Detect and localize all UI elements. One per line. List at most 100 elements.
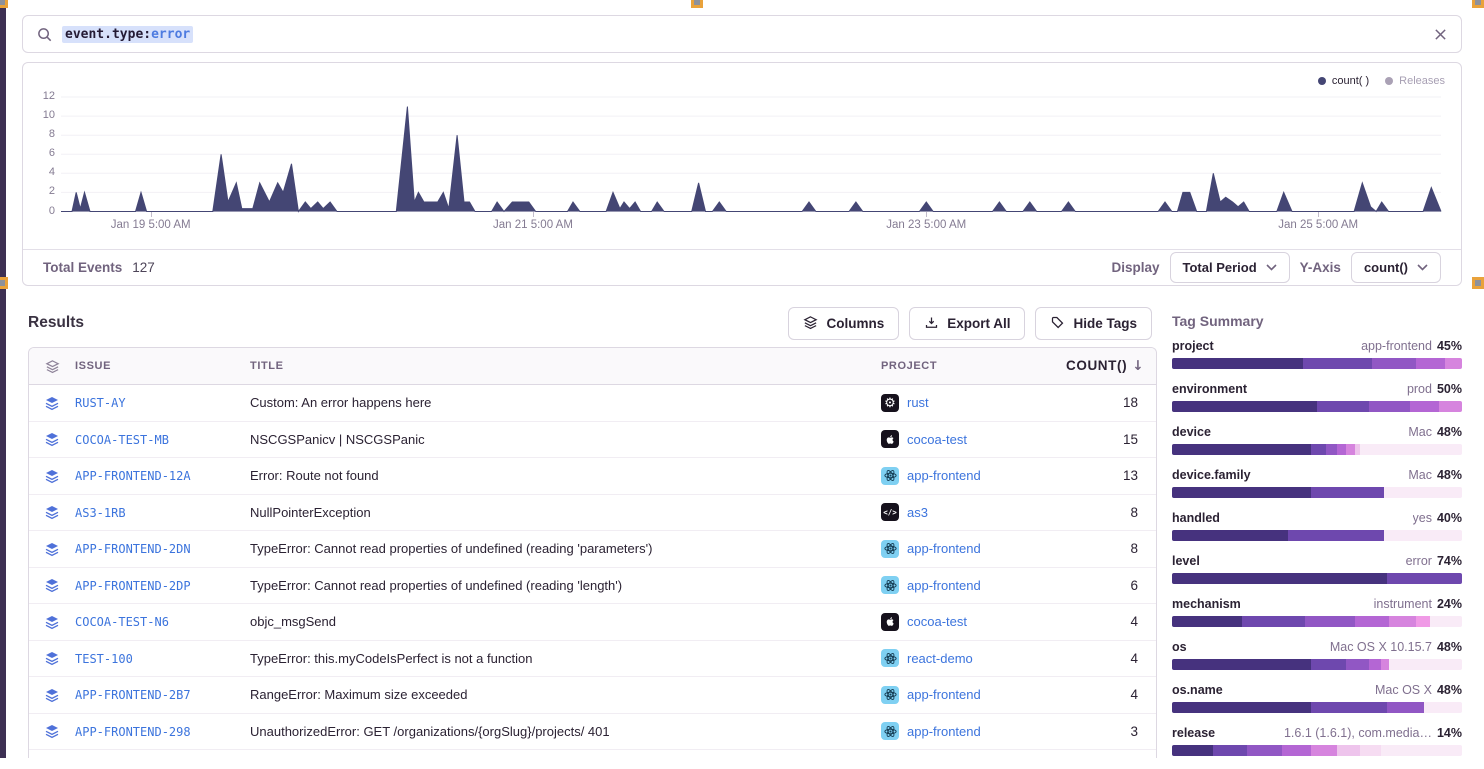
display-dropdown[interactable]: Total Period: [1170, 252, 1290, 283]
tag-bar-segment[interactable]: [1372, 358, 1416, 369]
selection-handle[interactable]: [0, 0, 8, 8]
tag-bar-segment[interactable]: [1282, 745, 1311, 756]
tag-bar-segment[interactable]: [1172, 358, 1303, 369]
issue-stack-icon[interactable]: [44, 468, 60, 484]
tag-bar-segment[interactable]: [1317, 401, 1369, 412]
issue-link[interactable]: COCOA-TEST-MB: [75, 433, 169, 447]
issue-stack-icon[interactable]: [44, 687, 60, 703]
tag-bar-segment[interactable]: [1337, 745, 1360, 756]
legend-item-releases[interactable]: Releases: [1385, 75, 1445, 87]
tag-bar-segment[interactable]: [1355, 616, 1390, 627]
tag-bar-segment[interactable]: [1384, 530, 1462, 541]
tag-bar-segment[interactable]: [1381, 659, 1390, 670]
tag-bar-segment[interactable]: [1172, 702, 1311, 713]
tag-distribution-bar[interactable]: [1172, 745, 1462, 756]
search-query-token[interactable]: event.type:error: [62, 26, 193, 43]
issue-stack-icon[interactable]: [44, 504, 60, 520]
issue-stack-cell[interactable]: [29, 650, 75, 666]
issue-stack-icon[interactable]: [44, 723, 60, 739]
issue-stack-icon[interactable]: [44, 614, 60, 630]
selection-handle[interactable]: [1472, 0, 1484, 8]
tag-bar-segment[interactable]: [1311, 487, 1384, 498]
tag-bar-segment[interactable]: [1172, 616, 1242, 627]
tag-distribution-bar[interactable]: [1172, 358, 1462, 369]
tag-bar-segment[interactable]: [1384, 487, 1462, 498]
project-link[interactable]: cocoa-test: [907, 432, 967, 447]
tag-bar-segment[interactable]: [1247, 745, 1282, 756]
issue-link[interactable]: COCOA-TEST-N6: [75, 615, 169, 629]
tag-bar-segment[interactable]: [1369, 659, 1381, 670]
column-header-issue[interactable]: ISSUE: [75, 360, 250, 372]
column-header-project[interactable]: PROJECT: [881, 360, 1066, 372]
tag-distribution-bar[interactable]: [1172, 401, 1462, 412]
tag-bar-segment[interactable]: [1346, 444, 1355, 455]
selection-handle[interactable]: [0, 277, 8, 289]
issue-stack-cell[interactable]: [29, 614, 75, 630]
column-header-count[interactable]: COUNT()↓: [1066, 358, 1156, 374]
selection-handle[interactable]: [691, 0, 703, 8]
tag-distribution-bar[interactable]: [1172, 530, 1462, 541]
tag-bar-segment[interactable]: [1445, 358, 1462, 369]
tag-bar-segment[interactable]: [1305, 616, 1354, 627]
tag-bar-segment[interactable]: [1389, 616, 1415, 627]
issue-link[interactable]: APP-FRONTEND-2DP: [75, 579, 191, 593]
tag-bar-segment[interactable]: [1387, 702, 1425, 713]
project-link[interactable]: app-frontend: [907, 578, 981, 593]
tag-bar-segment[interactable]: [1311, 702, 1386, 713]
project-link[interactable]: as3: [907, 505, 928, 520]
tag-bar-segment[interactable]: [1311, 659, 1346, 670]
tag-bar-segment[interactable]: [1172, 659, 1311, 670]
tag-bar-segment[interactable]: [1360, 745, 1380, 756]
tag-bar-segment[interactable]: [1172, 530, 1288, 541]
tag-bar-segment[interactable]: [1424, 702, 1462, 713]
tag-distribution-bar[interactable]: [1172, 444, 1462, 455]
issue-stack-cell[interactable]: [29, 431, 75, 447]
sort-desc-icon[interactable]: ↓: [1132, 358, 1144, 374]
tag-distribution-bar[interactable]: [1172, 573, 1462, 584]
tag-bar-segment[interactable]: [1326, 444, 1338, 455]
tag-distribution-bar[interactable]: [1172, 659, 1462, 670]
issue-link[interactable]: APP-FRONTEND-298: [75, 725, 191, 739]
tag-bar-segment[interactable]: [1410, 401, 1439, 412]
issue-link[interactable]: RUST-AY: [75, 396, 126, 410]
issue-link[interactable]: TEST-100: [75, 652, 133, 666]
tag-bar-segment[interactable]: [1311, 444, 1326, 455]
tag-bar-segment[interactable]: [1416, 616, 1431, 627]
project-link[interactable]: rust: [907, 395, 929, 410]
tag-bar-segment[interactable]: [1288, 530, 1384, 541]
issue-stack-icon[interactable]: [44, 650, 60, 666]
tag-bar-segment[interactable]: [1360, 444, 1462, 455]
tag-bar-segment[interactable]: [1416, 358, 1445, 369]
issue-link[interactable]: APP-FRONTEND-2B7: [75, 688, 191, 702]
tag-bar-segment[interactable]: [1172, 444, 1311, 455]
tag-bar-segment[interactable]: [1381, 745, 1462, 756]
tag-bar-segment[interactable]: [1439, 401, 1462, 412]
project-link[interactable]: app-frontend: [907, 468, 981, 483]
tag-bar-segment[interactable]: [1369, 401, 1410, 412]
tag-bar-segment[interactable]: [1430, 616, 1462, 627]
tag-bar-segment[interactable]: [1172, 573, 1387, 584]
issue-stack-cell[interactable]: [29, 687, 75, 703]
tag-bar-segment[interactable]: [1311, 745, 1337, 756]
yaxis-dropdown[interactable]: count(): [1351, 252, 1441, 283]
tag-bar-segment[interactable]: [1172, 745, 1213, 756]
issue-stack-cell[interactable]: [29, 395, 75, 411]
tag-bar-segment[interactable]: [1213, 745, 1248, 756]
column-header-title[interactable]: TITLE: [250, 360, 881, 372]
issue-stack-cell[interactable]: [29, 541, 75, 557]
tag-distribution-bar[interactable]: [1172, 487, 1462, 498]
issue-link[interactable]: AS3-1RB: [75, 506, 126, 520]
selection-handle[interactable]: [1472, 277, 1484, 289]
tag-bar-segment[interactable]: [1389, 659, 1462, 670]
issue-stack-icon[interactable]: [44, 541, 60, 557]
tag-bar-segment[interactable]: [1172, 487, 1311, 498]
project-link[interactable]: react-demo: [907, 651, 973, 666]
issue-stack-cell[interactable]: [29, 723, 75, 739]
export-all-button[interactable]: Export All: [909, 307, 1025, 340]
legend-item-count[interactable]: count( ): [1318, 75, 1369, 87]
hide-tags-button[interactable]: Hide Tags: [1035, 307, 1152, 340]
tag-bar-segment[interactable]: [1172, 401, 1317, 412]
issue-stack-icon[interactable]: [44, 577, 60, 593]
issue-stack-cell[interactable]: [29, 468, 75, 484]
tag-bar-segment[interactable]: [1346, 659, 1369, 670]
